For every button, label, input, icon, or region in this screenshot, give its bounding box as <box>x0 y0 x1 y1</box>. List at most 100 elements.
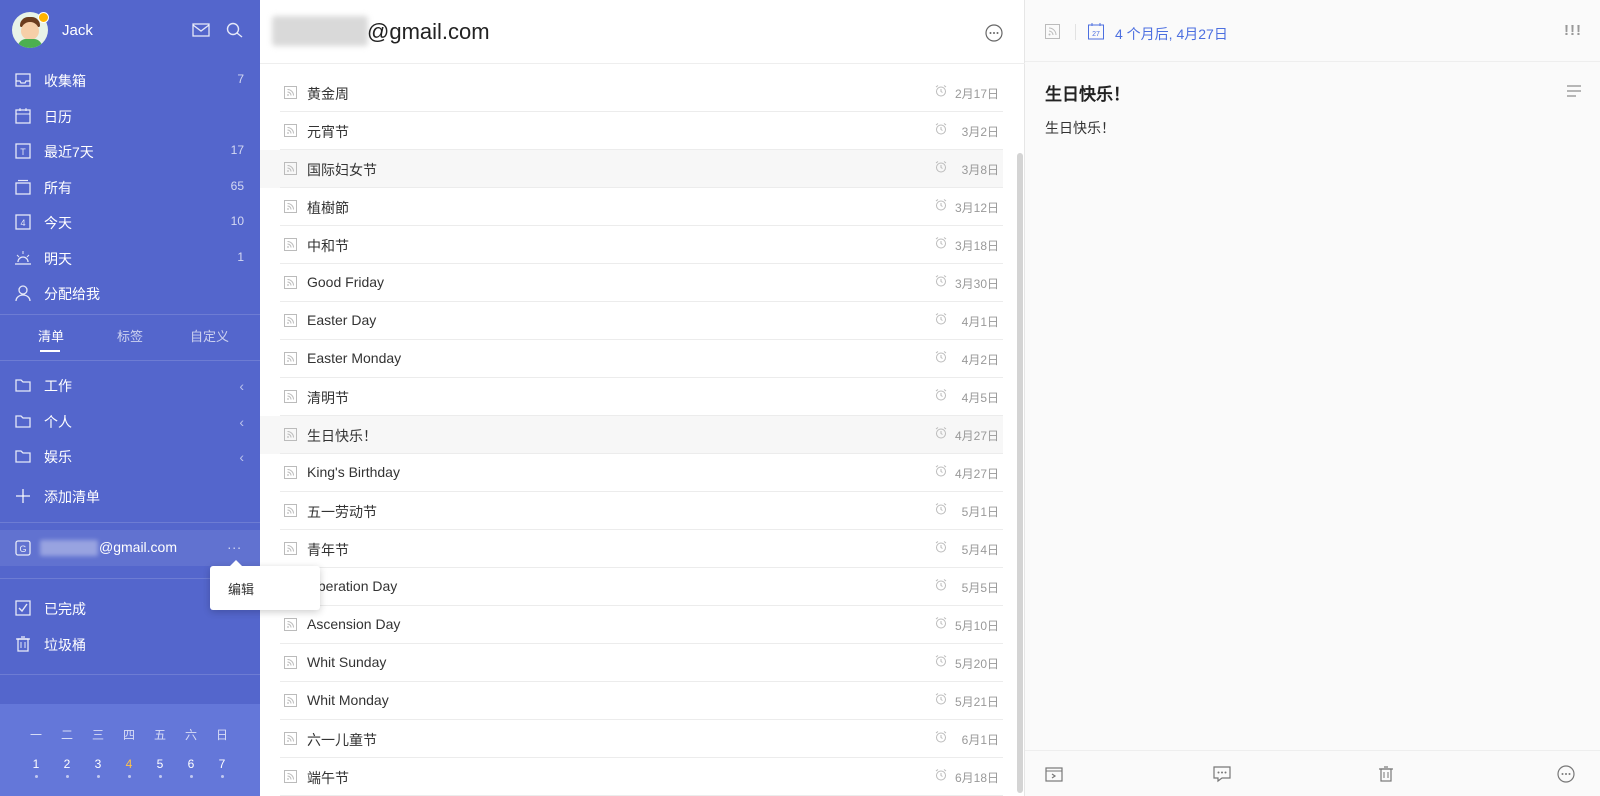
rss-icon <box>284 694 297 707</box>
task-row[interactable]: 植樹節 3月12日 <box>260 188 1003 226</box>
sidebar-item[interactable]: 4 今天 10 <box>0 204 260 240</box>
more-options-icon[interactable] <box>985 24 1003 42</box>
chevron-left-icon[interactable]: ‹ <box>239 414 244 430</box>
description-icon[interactable] <box>1566 84 1582 98</box>
task-title: 国际妇女节 <box>307 162 377 178</box>
task-due-date: 6月1日 <box>961 733 999 747</box>
task-row[interactable]: Easter Monday 4月2日 <box>260 340 1003 378</box>
tab-custom[interactable]: 自定义 <box>190 326 229 345</box>
context-menu: 编辑 <box>210 560 320 610</box>
task-row[interactable]: 五一劳动节 5月1日 <box>260 492 1003 530</box>
task-due-date: 4月1日 <box>961 315 999 329</box>
task-row[interactable]: 国际妇女节 3月8日 <box>260 150 1003 188</box>
task-row[interactable]: Liberation Day 5月5日 <box>260 568 1003 606</box>
sidebar-item[interactable]: 收集箱 7 <box>0 62 260 98</box>
task-note[interactable]: 生日快乐！ <box>1045 118 1115 138</box>
calendar-event-dot <box>96 775 100 778</box>
folder-item[interactable]: 工作 ‹ <box>0 367 260 403</box>
sidebar-item[interactable]: 分配给我 <box>0 275 260 311</box>
edit-menu-item[interactable]: 编辑 <box>228 579 254 598</box>
user-name[interactable]: Jack <box>62 22 93 39</box>
sidebar-item[interactable]: T 最近7天 17 <box>0 133 260 169</box>
task-due-date: 5月5日 <box>961 581 999 595</box>
folder-item[interactable]: 个人 ‹ <box>0 403 260 439</box>
rss-icon <box>1045 24 1060 39</box>
alarm-clock-icon <box>935 541 947 553</box>
sidebar-item[interactable]: 明天 1 <box>0 240 260 276</box>
task-row[interactable]: 黄金周 2月17日 <box>260 74 1003 112</box>
task-row[interactable]: Whit Monday 5月21日 <box>260 682 1003 720</box>
task-list-pane: @gmail.com 黄金周 2月17日 元宵节 3月2日 国际妇女节 3月8日 植樹節 3月… <box>260 0 1025 796</box>
alarm-clock-icon <box>935 693 947 705</box>
chevron-left-icon[interactable]: ‹ <box>239 449 244 465</box>
move-icon[interactable] <box>1045 765 1063 783</box>
more-options-icon[interactable] <box>1557 765 1575 783</box>
task-due-date: 4月27日 <box>954 429 999 443</box>
sidebar-item-count: 7 <box>237 72 244 86</box>
calendar-day[interactable]: 2 <box>57 757 77 771</box>
folder-item[interactable]: 娱乐 ‹ <box>0 438 260 474</box>
task-due-date: 5月20日 <box>954 657 999 671</box>
divider <box>0 360 260 361</box>
today-icon: 4 <box>15 214 31 230</box>
task-row[interactable]: 生日快乐！ 4月27日 <box>260 416 1003 454</box>
task-row[interactable]: Ascension Day 5月10日 <box>260 606 1003 644</box>
calendar-weekday: 日 <box>215 728 228 742</box>
calendar-icon[interactable]: 27 <box>1088 23 1104 40</box>
task-due-date: 3月2日 <box>961 125 999 139</box>
calendar-day[interactable]: 1 <box>26 757 46 771</box>
tab-tags[interactable]: 标签 <box>117 326 143 345</box>
task-row[interactable]: 六一儿童节 6月1日 <box>260 720 1003 758</box>
calendar-day[interactable]: 4 <box>119 757 139 771</box>
task-row[interactable]: 中和节 3月18日 <box>260 226 1003 264</box>
sidebar-item-label: 分配给我 <box>44 286 100 302</box>
task-row[interactable]: 端午节 6月18日 <box>260 758 1003 796</box>
task-row[interactable]: Good Friday 3月30日 <box>260 264 1003 302</box>
trash-label: 垃圾桶 <box>44 637 86 653</box>
completed-label: 已完成 <box>44 601 86 617</box>
account-list-item[interactable]: G @gmail.com ... <box>0 530 260 566</box>
account-email: @gmail.com <box>99 539 178 555</box>
calendar-day[interactable]: 7 <box>212 757 232 771</box>
rss-icon <box>284 314 297 327</box>
task-row[interactable]: King's Birthday 4月27日 <box>260 454 1003 492</box>
task-due-date: 2月17日 <box>954 87 999 101</box>
calendar-day[interactable]: 5 <box>150 757 170 771</box>
svg-text:T: T <box>20 147 26 157</box>
priority-button[interactable]: !!! <box>1564 22 1582 39</box>
next-7-days-icon: T <box>15 143 31 159</box>
sidebar-item-trash[interactable]: 垃圾桶 <box>0 626 260 662</box>
scrollbar[interactable] <box>1017 153 1023 793</box>
sidebar-item[interactable]: 所有 65 <box>0 169 260 205</box>
calendar-day[interactable]: 6 <box>181 757 201 771</box>
task-title: 植樹節 <box>307 200 349 216</box>
sidebar-item[interactable]: 日历 <box>0 98 260 134</box>
delete-icon[interactable] <box>1377 765 1395 783</box>
add-list-button[interactable]: 添加清单 <box>0 478 260 514</box>
task-row[interactable]: 元宵节 3月2日 <box>260 112 1003 150</box>
task-title[interactable]: 生日快乐！ <box>1045 80 1130 105</box>
search-icon[interactable] <box>226 22 244 38</box>
calendar-day[interactable]: 3 <box>88 757 108 771</box>
task-row[interactable]: 清明节 4月5日 <box>260 378 1003 416</box>
task-due-date: 3月8日 <box>961 163 999 177</box>
task-row[interactable]: Easter Day 4月1日 <box>260 302 1003 340</box>
task-detail-pane: 27 4 个月后, 4月27日 !!! 生日快乐！ 生日快乐！ <box>1025 0 1600 796</box>
calendar-weekday: 一 <box>29 728 42 742</box>
task-title: Good Friday <box>307 274 385 290</box>
assigned-user-icon <box>15 285 31 302</box>
task-title: Ascension Day <box>307 616 401 632</box>
chevron-left-icon[interactable]: ‹ <box>239 378 244 394</box>
due-date[interactable]: 4 个月后, 4月27日 <box>1115 24 1228 44</box>
all-tasks-icon <box>15 179 31 195</box>
task-row[interactable]: Whit Sunday 5月20日 <box>260 644 1003 682</box>
account-more-button[interactable]: ... <box>227 536 242 552</box>
alarm-clock-icon <box>935 731 947 743</box>
comment-icon[interactable] <box>1213 765 1231 783</box>
alarm-clock-icon <box>935 769 947 781</box>
task-title: Whit Sunday <box>307 654 387 670</box>
mail-icon[interactable] <box>192 22 210 38</box>
task-due-date: 3月18日 <box>954 239 999 253</box>
tab-lists[interactable]: 清单 <box>38 326 64 345</box>
task-row[interactable]: 青年节 5月4日 <box>260 530 1003 568</box>
